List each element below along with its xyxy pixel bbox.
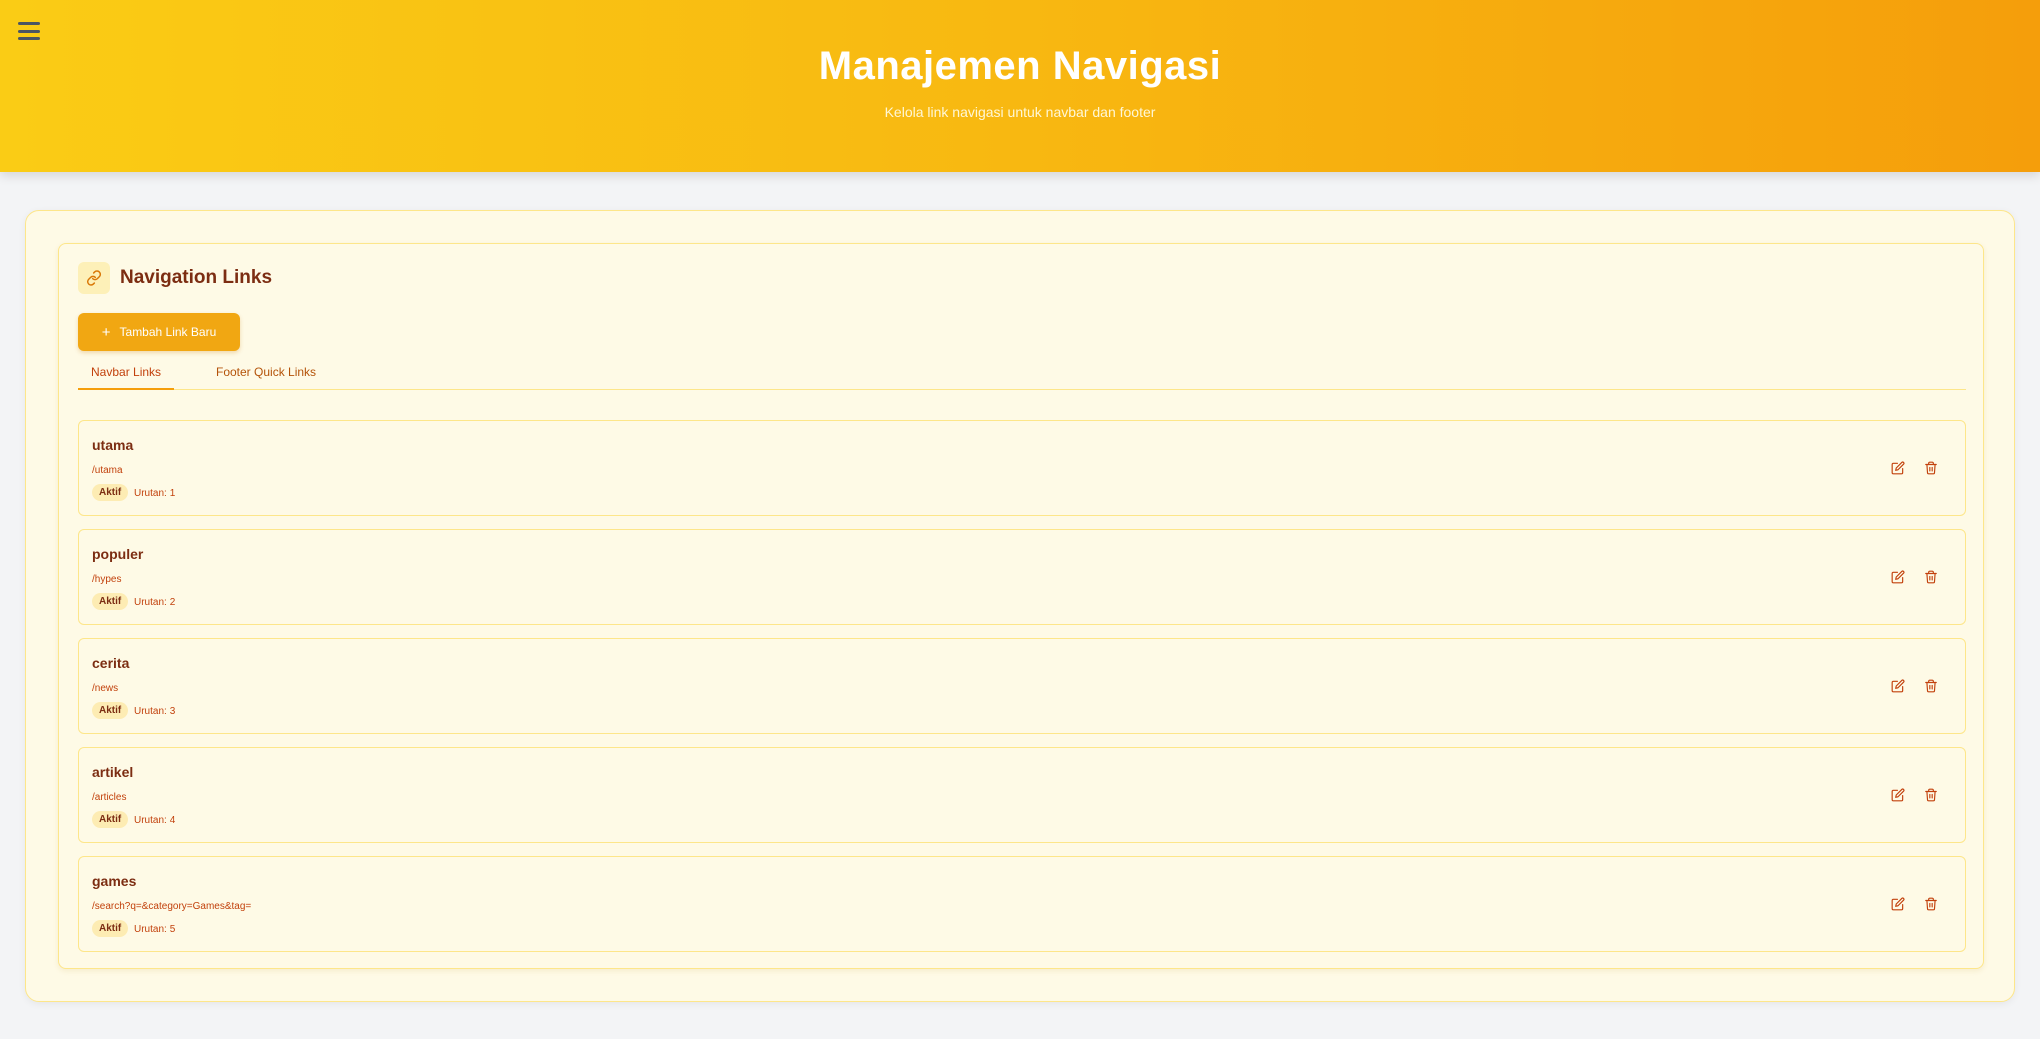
content-card: Navigation Links + Tambah Link Baru Navb… [25,210,2015,1002]
edit-icon[interactable] [1889,895,1907,913]
edit-icon[interactable] [1889,786,1907,804]
edit-icon[interactable] [1889,568,1907,586]
status-badge: Aktif [92,811,129,828]
trash-icon[interactable] [1922,568,1940,586]
navigation-links-card: Navigation Links + Tambah Link Baru Navb… [58,243,1984,969]
link-order: Urutan: 5 [134,924,175,935]
link-order: Urutan: 3 [134,706,175,717]
list-item: games /search?q=&category=Games&tag= Akt… [78,856,1966,952]
link-list: utama /utama Aktif Urutan: 1 populer /hyp… [78,420,1966,965]
order-label: Urutan: [134,597,167,608]
link-path: /articles [92,792,127,803]
status-badge: Aktif [92,593,129,610]
edit-icon[interactable] [1889,677,1907,695]
list-item: cerita /news Aktif Urutan: 3 [78,638,1966,734]
link-path: /news [92,683,119,694]
trash-icon[interactable] [1922,459,1940,477]
link-name: utama [92,437,134,453]
status-badge: Aktif [92,484,129,501]
link-order: Urutan: 4 [134,815,175,826]
edit-icon[interactable] [1889,459,1907,477]
hamburger-menu-icon[interactable] [18,20,40,42]
order-label: Urutan: [134,815,167,826]
order-value: 2 [169,597,176,608]
link-order: Urutan: 2 [134,597,175,608]
link-tabs: Navbar Links Footer Quick Links [78,362,1966,390]
trash-icon[interactable] [1922,677,1940,695]
link-name: cerita [92,655,130,671]
section-title: Navigation Links [120,267,273,288]
add-link-button[interactable]: + Tambah Link Baru [78,313,240,351]
tab-navbar-links[interactable]: Navbar Links [78,362,175,390]
add-link-button-label: Tambah Link Baru [119,325,217,339]
list-item: populer /hypes Aktif Urutan: 2 [78,529,1966,625]
order-value: 5 [169,924,176,935]
page-header: Manajemen Navigasi Kelola link navigasi … [0,0,2040,172]
order-value: 1 [169,488,176,499]
link-path: /utama [92,465,123,476]
status-badge: Aktif [92,920,129,937]
order-label: Urutan: [134,924,167,935]
link-order: Urutan: 1 [134,488,175,499]
link-icon [78,262,110,294]
page-subtitle: Kelola link navigasi untuk navbar dan fo… [884,104,1156,120]
plus-icon: + [101,323,111,341]
status-badge: Aktif [92,702,129,719]
order-label: Urutan: [134,488,167,499]
trash-icon[interactable] [1922,786,1940,804]
tab-footer-quick-links[interactable]: Footer Quick Links [203,362,329,390]
section-header: Navigation Links [78,262,272,294]
trash-icon[interactable] [1922,895,1940,913]
order-value: 3 [169,706,176,717]
order-value: 4 [169,815,176,826]
link-name: artikel [92,764,134,780]
link-name: populer [92,546,144,562]
link-path: /search?q=&category=Games&tag= [92,901,252,912]
link-name: games [92,873,137,889]
list-item: utama /utama Aktif Urutan: 1 [78,420,1966,516]
order-label: Urutan: [134,706,167,717]
link-path: /hypes [92,574,122,585]
list-item: artikel /articles Aktif Urutan: 4 [78,747,1966,843]
page-title: Manajemen Navigasi [818,44,1222,88]
